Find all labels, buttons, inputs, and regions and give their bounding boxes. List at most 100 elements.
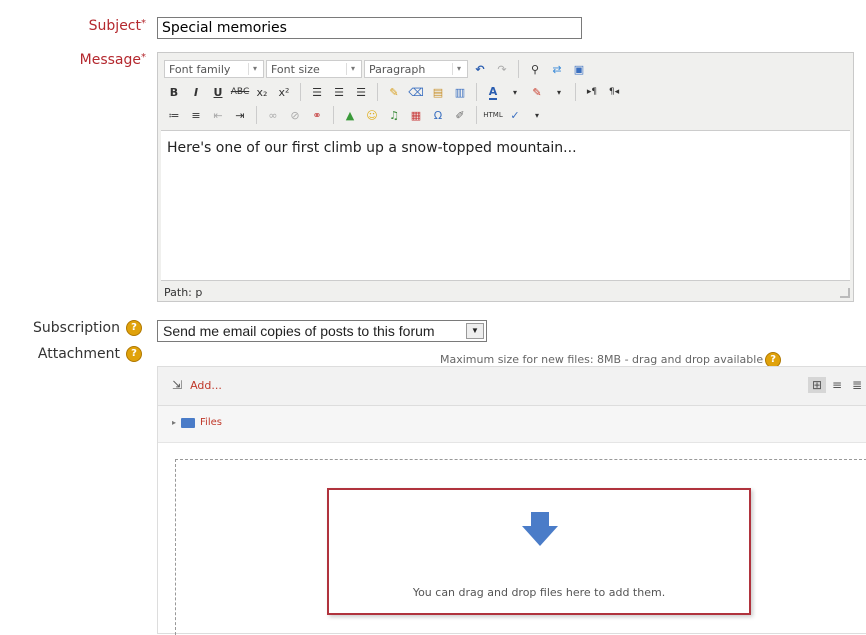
add-file-icon: ⇲ (172, 378, 183, 392)
message-text-area[interactable]: Here's one of our first climb up a snow-… (161, 130, 850, 281)
table-button[interactable]: ▦ (406, 105, 426, 125)
bullet-list-button[interactable]: ≔ (164, 105, 184, 125)
eraser-button[interactable]: ⌫ (406, 82, 426, 102)
subscription-select[interactable]: Send me email copies of posts to this fo… (157, 320, 487, 342)
redo-button[interactable]: ↷ (492, 59, 512, 79)
numbered-list-icon: ≡ (191, 108, 201, 122)
html-icon: HTML (483, 111, 503, 119)
chevron-right-icon: ▸ (172, 418, 177, 427)
replace-button[interactable]: ⇄ (547, 59, 567, 79)
moodle-link-button[interactable]: ⚭ (307, 105, 327, 125)
bold-button[interactable]: B (164, 82, 184, 102)
undo-button[interactable]: ↶ (470, 59, 490, 79)
file-path-bar: ▸ Files (158, 406, 866, 443)
add-file-button[interactable]: ⇲ Add... (172, 378, 222, 392)
unlink-icon: ⊘ (290, 108, 300, 122)
html-source-button[interactable]: HTML (483, 105, 503, 125)
ltr-icon: ▸¶ (586, 87, 598, 97)
editor-toolbar-row-1: Font family ▾ Font size ▾ Paragraph ▾ ↶ ↷ ⚲… (164, 58, 589, 80)
outdent-icon: ⇤ (213, 108, 223, 122)
subscript-icon: x₂ (256, 85, 268, 99)
media-button[interactable]: ♫ (384, 105, 404, 125)
paragraph-select[interactable]: Paragraph ▾ (364, 60, 468, 78)
numbered-list-button[interactable]: ≡ (186, 105, 206, 125)
drop-hint-text: You can drag and drop files here to add … (412, 586, 666, 599)
font-family-select[interactable]: Font family ▾ (164, 60, 264, 78)
toolbar-divider (256, 106, 257, 124)
paste-text-button[interactable]: ▤ (428, 82, 448, 102)
fullscreen-icon: ▣ (573, 62, 585, 76)
rtl-button[interactable]: ¶◂ (604, 82, 624, 102)
underline-button[interactable]: U (208, 82, 228, 102)
toolbar-divider (300, 83, 301, 101)
spellcheck-dropdown[interactable]: ▾ (527, 105, 547, 125)
subscript-button[interactable]: x₂ (252, 82, 272, 102)
emoticon-button[interactable]: ☺ (362, 105, 382, 125)
italic-button[interactable]: I (186, 82, 206, 102)
subject-label: Subject* (88, 18, 146, 34)
drop-zone[interactable]: You can drag and drop files here to add … (175, 459, 866, 635)
link-button[interactable]: ∞ (263, 105, 283, 125)
align-center-button[interactable]: ☰ (329, 82, 349, 102)
insert-image-button[interactable]: ▲ (340, 105, 360, 125)
special-char-button[interactable]: Ω (428, 105, 448, 125)
attachment-label: Attachment? (0, 346, 142, 362)
text-color-button[interactable]: A (483, 82, 503, 102)
chevron-down-icon: ▾ (346, 63, 359, 75)
help-icon[interactable]: ? (126, 320, 142, 336)
toolbar-divider (575, 83, 576, 101)
text-color-dropdown[interactable]: ▾ (505, 82, 525, 102)
toolbar-divider (333, 106, 334, 124)
message-editor: Font family ▾ Font size ▾ Paragraph ▾ ↶ ↷ ⚲… (157, 52, 854, 302)
resize-handle[interactable] (840, 288, 850, 298)
editor-toolbar-row-2: B I U ABC x₂ x² ☰ ☰ ☰ ✎ ⌫ ▤ ▥ A ▾ ✎ ▾ ▸¶… (164, 81, 624, 103)
edit-html-button[interactable]: ✐ (450, 105, 470, 125)
chevron-down-icon: ▾ (512, 87, 517, 97)
table-icon: ▦ (410, 108, 422, 122)
chevron-down-icon: ▼ (466, 323, 484, 339)
eraser-icon: ⌫ (408, 85, 424, 99)
media-icon: ♫ (389, 108, 399, 122)
find-button[interactable]: ⚲ (525, 59, 545, 79)
paste-word-button[interactable]: ▥ (450, 82, 470, 102)
moodle-link-icon: ⚭ (312, 108, 322, 122)
file-manager: ⇲ Add... ⊞ ≡ ≣ ▸ Files You can drag and … (157, 366, 866, 635)
superscript-button[interactable]: x² (274, 82, 294, 102)
strikethrough-button[interactable]: ABC (230, 82, 250, 102)
toolbar-divider (476, 106, 477, 124)
align-right-button[interactable]: ☰ (351, 82, 371, 102)
align-right-icon: ☰ (356, 85, 366, 99)
icon-view-icon[interactable]: ⊞ (808, 377, 826, 393)
chevron-down-icon: ▾ (556, 87, 561, 97)
replace-icon: ⇄ (552, 62, 562, 76)
highlight-icon: ✎ (532, 85, 542, 99)
highlight-color-button[interactable]: ✎ (527, 82, 547, 102)
link-icon: ∞ (268, 108, 278, 122)
rtl-icon: ¶◂ (608, 87, 620, 97)
ltr-button[interactable]: ▸¶ (582, 82, 602, 102)
edit-icon: ✐ (455, 108, 465, 122)
files-folder-link[interactable]: ▸ Files (172, 417, 222, 428)
tree-view-icon[interactable]: ≣ (848, 377, 866, 393)
editor-path: Path: p (164, 286, 203, 299)
chevron-down-icon: ▾ (248, 63, 261, 75)
clean-button[interactable]: ✎ (384, 82, 404, 102)
toolbar-divider (518, 60, 519, 78)
spellcheck-icon: ✓ (510, 108, 520, 122)
fullscreen-button[interactable]: ▣ (569, 59, 589, 79)
file-manager-toolbar: ⇲ Add... ⊞ ≡ ≣ (158, 367, 866, 406)
subject-input[interactable] (157, 17, 582, 39)
indent-button[interactable]: ⇥ (230, 105, 250, 125)
folder-icon (181, 417, 196, 428)
arrow-down-icon (522, 512, 558, 546)
align-left-button[interactable]: ☰ (307, 82, 327, 102)
view-switcher: ⊞ ≡ ≣ (808, 377, 866, 393)
list-view-icon[interactable]: ≡ (828, 377, 846, 393)
font-size-select[interactable]: Font size ▾ (266, 60, 362, 78)
drop-highlight-box: You can drag and drop files here to add … (327, 488, 751, 615)
unlink-button[interactable]: ⊘ (285, 105, 305, 125)
spellcheck-button[interactable]: ✓ (505, 105, 525, 125)
help-icon[interactable]: ? (126, 346, 142, 362)
highlight-color-dropdown[interactable]: ▾ (549, 82, 569, 102)
outdent-button[interactable]: ⇤ (208, 105, 228, 125)
